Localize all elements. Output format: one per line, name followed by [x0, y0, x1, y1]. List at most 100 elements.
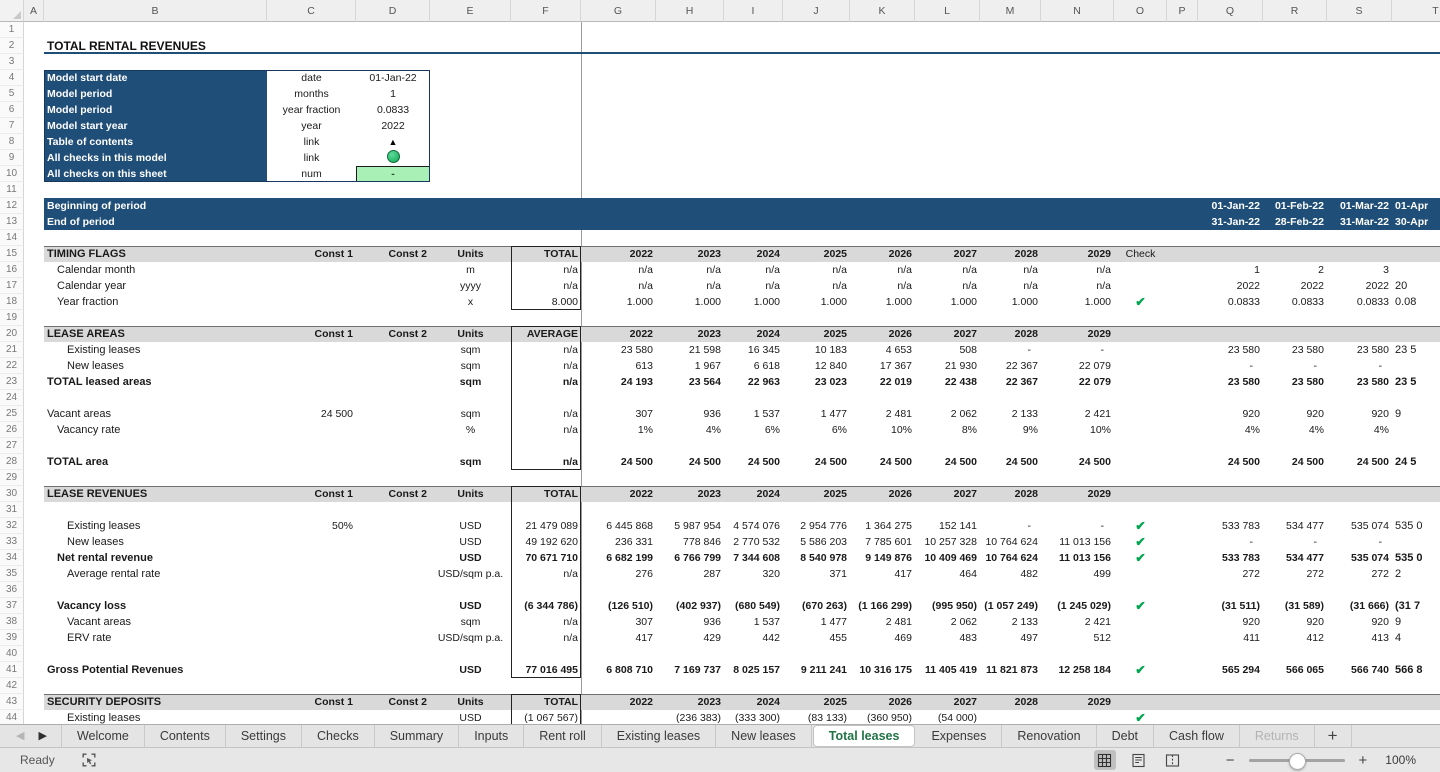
cell-T17[interactable]: 20	[1392, 278, 1440, 294]
cell-N21[interactable]: -	[1041, 342, 1114, 358]
cell-B8[interactable]: Table of contents	[44, 134, 267, 150]
cell-R21[interactable]: 23 580	[1263, 342, 1327, 358]
row-header-4[interactable]: 4	[0, 70, 24, 86]
row-header-10[interactable]: 10	[0, 166, 24, 182]
cell-J39[interactable]: 455	[783, 630, 850, 646]
cell-C15[interactable]: Const 1	[267, 246, 356, 262]
cell-L43[interactable]: 2027	[915, 694, 980, 710]
sheet-tab-returns[interactable]: Returns	[1240, 725, 1315, 747]
row-header-29[interactable]: 29	[0, 470, 24, 486]
cell-O41[interactable]: ✔	[1114, 662, 1167, 678]
cell-G33[interactable]: 236 331	[581, 534, 656, 550]
cell-B43[interactable]: SECURITY DEPOSITS	[44, 694, 267, 710]
cell-B23[interactable]: TOTAL leased areas	[44, 374, 267, 390]
cell-B13[interactable]: End of period	[44, 214, 267, 230]
sheet-nav-left-icon[interactable]: ◀	[16, 730, 24, 742]
cell-I17[interactable]: n/a	[724, 278, 783, 294]
cell-B34[interactable]: Net rental revenue	[44, 550, 267, 566]
cell-J23[interactable]: 23 023	[783, 374, 850, 390]
cell-D6[interactable]: 0.0833	[356, 102, 430, 118]
cell-I39[interactable]: 442	[724, 630, 783, 646]
row-header-15[interactable]: 15	[0, 246, 24, 262]
cell-I32[interactable]: 4 574 076	[724, 518, 783, 534]
cell-C20[interactable]: Const 1	[267, 326, 356, 342]
cell-E17[interactable]: yyyy	[430, 278, 511, 294]
cell-O18[interactable]: ✔	[1114, 294, 1167, 310]
sheet-tab-rent-roll[interactable]: Rent roll	[524, 725, 602, 747]
cell-N32[interactable]: -	[1041, 518, 1114, 534]
cell-I43[interactable]: 2024	[724, 694, 783, 710]
cell-N25[interactable]: 2 421	[1041, 406, 1114, 422]
row-header-5[interactable]: 5	[0, 86, 24, 102]
cell-I30[interactable]: 2024	[724, 486, 783, 502]
cell-G15[interactable]: 2022	[581, 246, 656, 262]
row-header-7[interactable]: 7	[0, 118, 24, 134]
cell-K26[interactable]: 10%	[850, 422, 915, 438]
sheet-tab-settings[interactable]: Settings	[226, 725, 303, 747]
cell-N41[interactable]: 12 258 184	[1041, 662, 1114, 678]
sheet-tab-contents[interactable]: Contents	[145, 725, 226, 747]
column-header-B[interactable]: B	[44, 0, 267, 22]
cell-N30[interactable]: 2029	[1041, 486, 1114, 502]
cell-Q32[interactable]: 533 783	[1198, 518, 1263, 534]
cell-S18[interactable]: 0.0833	[1327, 294, 1392, 310]
cell-J30[interactable]: 2025	[783, 486, 850, 502]
column-header-T[interactable]: T	[1392, 0, 1440, 22]
column-header-D[interactable]: D	[356, 0, 430, 22]
cell-T25[interactable]: 9	[1392, 406, 1440, 422]
cell-K16[interactable]: n/a	[850, 262, 915, 278]
row-header-3[interactable]: 3	[0, 54, 24, 70]
cell-C32[interactable]: 50%	[267, 518, 356, 534]
cell-Q37[interactable]: (31 511)	[1198, 598, 1263, 614]
cell-M17[interactable]: n/a	[980, 278, 1041, 294]
cell-S35[interactable]: 272	[1327, 566, 1392, 582]
cell-K30[interactable]: 2026	[850, 486, 915, 502]
cell-C10[interactable]: num	[267, 166, 356, 182]
cell-K22[interactable]: 17 367	[850, 358, 915, 374]
cell-I16[interactable]: n/a	[724, 262, 783, 278]
cell-B38[interactable]: Vacant areas	[44, 614, 267, 630]
row-header-6[interactable]: 6	[0, 102, 24, 118]
row-header-19[interactable]: 19	[0, 310, 24, 326]
cell-R28[interactable]: 24 500	[1263, 454, 1327, 470]
cell-T28[interactable]: 24 5	[1392, 454, 1440, 470]
cell-N18[interactable]: 1.000	[1041, 294, 1114, 310]
cell-S41[interactable]: 566 740	[1327, 662, 1392, 678]
cell-J32[interactable]: 2 954 776	[783, 518, 850, 534]
cell-T12[interactable]: 01-Apr	[1392, 198, 1440, 214]
cell-F17[interactable]: n/a	[511, 278, 581, 294]
column-header-H[interactable]: H	[656, 0, 724, 22]
cell-K38[interactable]: 2 481	[850, 614, 915, 630]
cell-G35[interactable]: 276	[581, 566, 656, 582]
cell-I38[interactable]: 1 537	[724, 614, 783, 630]
cell-B6[interactable]: Model period	[44, 102, 267, 118]
cell-Q39[interactable]: 411	[1198, 630, 1263, 646]
cell-B10[interactable]: All checks on this sheet	[44, 166, 267, 182]
cell-H15[interactable]: 2023	[656, 246, 724, 262]
row-header-24[interactable]: 24	[0, 390, 24, 406]
cell-S34[interactable]: 535 074	[1327, 550, 1392, 566]
cell-O33[interactable]: ✔	[1114, 534, 1167, 550]
cell-H39[interactable]: 429	[656, 630, 724, 646]
sheet-tab-welcome[interactable]: Welcome	[60, 725, 145, 747]
column-header-L[interactable]: L	[915, 0, 980, 22]
cell-J41[interactable]: 9 211 241	[783, 662, 850, 678]
cell-B28[interactable]: TOTAL area	[44, 454, 267, 470]
cell-J25[interactable]: 1 477	[783, 406, 850, 422]
cell-N17[interactable]: n/a	[1041, 278, 1114, 294]
sheet-tab-checks[interactable]: Checks	[302, 725, 375, 747]
cell-H18[interactable]: 1.000	[656, 294, 724, 310]
cell-L26[interactable]: 8%	[915, 422, 980, 438]
cell-L33[interactable]: 10 257 328	[915, 534, 980, 550]
cell-T35[interactable]: 2	[1392, 566, 1440, 582]
cell-I26[interactable]: 6%	[724, 422, 783, 438]
cell-G28[interactable]: 24 500	[581, 454, 656, 470]
cell-G18[interactable]: 1.000	[581, 294, 656, 310]
cell-N34[interactable]: 11 013 156	[1041, 550, 1114, 566]
cell-S37[interactable]: (31 666)	[1327, 598, 1392, 614]
cell-J20[interactable]: 2025	[783, 326, 850, 342]
cell-K25[interactable]: 2 481	[850, 406, 915, 422]
column-header-Q[interactable]: Q	[1198, 0, 1263, 22]
row-header-20[interactable]: 20	[0, 326, 24, 342]
column-header-G[interactable]: G	[581, 0, 656, 22]
